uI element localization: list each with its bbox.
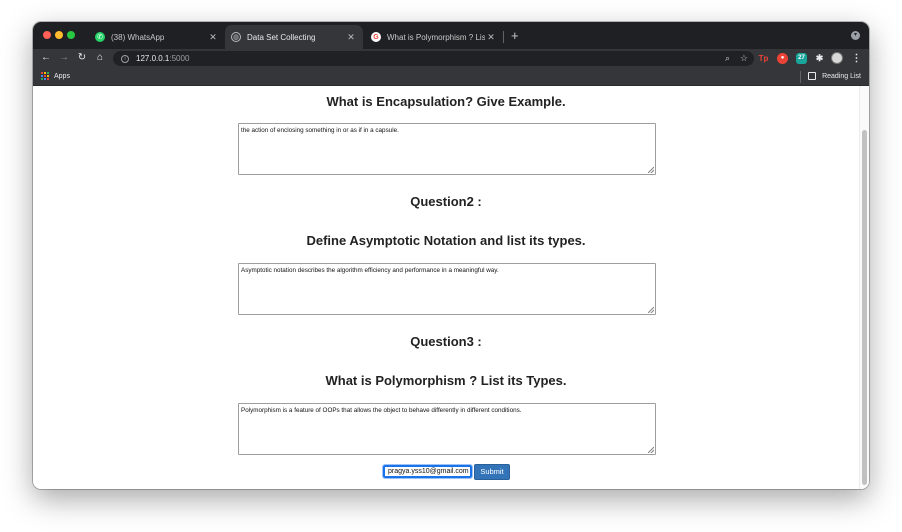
resize-handle-icon[interactable] <box>648 447 654 453</box>
tab-strip: ✆ (38) WhatsApp ✕ ◍ Data Set Collecting … <box>33 22 869 49</box>
answer1-textarea[interactable]: the action of enclosing something in or … <box>238 123 656 175</box>
answer2-text: Asymptotic notation describes the algori… <box>241 267 499 274</box>
tab-separator <box>503 31 504 43</box>
close-window-button[interactable] <box>43 31 51 39</box>
question3-label: Question3 : <box>410 334 482 349</box>
question2-title: Define Asymptotic Notation and list its … <box>306 233 586 248</box>
back-arrow-icon[interactable]: ← <box>39 51 53 65</box>
bookmarks-bar: Apps Reading List <box>33 68 869 86</box>
url-host: 127.0.0.1 <box>136 54 170 63</box>
tab-search-icon[interactable]: ▾ <box>851 31 860 40</box>
tab-title: What is Polymorphism ? List its Types <box>387 32 485 42</box>
reading-list-label: Reading List <box>822 72 861 80</box>
home-icon[interactable]: ⌂ <box>93 51 107 65</box>
address-bar[interactable]: i 127.0.0.1 :5000 ⌕ ☆ <box>113 51 754 66</box>
tab-title: (38) WhatsApp <box>111 32 165 42</box>
answer1-text: the action of enclosing something in or … <box>241 127 399 134</box>
bookmark-star-icon[interactable]: ☆ <box>740 51 748 66</box>
apps-bookmark[interactable]: Apps <box>41 72 70 80</box>
globe-icon: ◍ <box>231 32 241 42</box>
bookmarks-separator <box>800 71 801 83</box>
resize-handle-icon[interactable] <box>648 307 654 313</box>
extensions-puzzle-icon[interactable]: ✱ <box>814 53 825 64</box>
tab-close-icon[interactable]: ✕ <box>485 32 497 43</box>
tab-close-icon[interactable]: ✕ <box>345 32 357 43</box>
tab-close-icon[interactable]: ✕ <box>207 32 219 43</box>
browser-toolbar: ← → ↻ ⌂ i 127.0.0.1 :5000 ⌕ ☆ Tp ● 27 ✱ … <box>33 49 869 68</box>
minimize-window-button[interactable] <box>55 31 63 39</box>
extension-27-icon[interactable]: 27 <box>796 53 807 64</box>
maximize-window-button[interactable] <box>67 31 75 39</box>
zoom-icon[interactable]: ⌕ <box>725 51 730 66</box>
site-info-icon[interactable]: i <box>121 54 129 63</box>
email-field[interactable]: pragya.yss10@gmail.com <box>382 464 473 479</box>
tab-data-set-collecting[interactable]: ◍ Data Set Collecting ✕ <box>225 25 363 49</box>
extension-tp-icon[interactable]: Tp <box>758 53 769 64</box>
question2-label: Question2 : <box>410 194 482 209</box>
page-content: What is Encapsulation? Give Example. the… <box>33 86 869 489</box>
question1-title: What is Encapsulation? Give Example. <box>326 94 566 109</box>
apps-grid-icon <box>41 72 49 80</box>
forward-arrow-icon[interactable]: → <box>57 51 71 65</box>
submit-button[interactable]: Submit <box>474 464 510 480</box>
tab-polymorphism[interactable]: G What is Polymorphism ? List its Types … <box>365 25 503 49</box>
new-tab-button[interactable]: + <box>511 28 519 43</box>
answer3-text: Polymorphism is a feature of OOPs that a… <box>241 407 522 414</box>
resize-handle-icon[interactable] <box>648 167 654 173</box>
profile-avatar[interactable] <box>831 52 843 64</box>
apps-label: Apps <box>54 72 70 80</box>
reading-list-button[interactable]: Reading List <box>808 72 861 80</box>
more-menu-icon[interactable]: ⋮ <box>851 53 862 64</box>
tab-title: Data Set Collecting <box>247 32 316 42</box>
reload-icon[interactable]: ↻ <box>75 51 89 65</box>
tab-whatsapp[interactable]: ✆ (38) WhatsApp ✕ <box>91 25 223 49</box>
reading-list-icon <box>808 72 817 80</box>
extension-record-icon[interactable]: ● <box>777 53 788 64</box>
question3-title: What is Polymorphism ? List its Types. <box>325 373 567 388</box>
browser-window: ✆ (38) WhatsApp ✕ ◍ Data Set Collecting … <box>33 22 869 489</box>
answer2-textarea[interactable]: Asymptotic notation describes the algori… <box>238 263 656 315</box>
page-scrollbar[interactable] <box>859 86 869 489</box>
url-port: :5000 <box>169 54 190 63</box>
scrollbar-thumb[interactable] <box>862 130 867 485</box>
whatsapp-icon: ✆ <box>95 32 105 42</box>
google-icon: G <box>371 32 381 42</box>
answer3-textarea[interactable]: Polymorphism is a feature of OOPs that a… <box>238 403 656 455</box>
